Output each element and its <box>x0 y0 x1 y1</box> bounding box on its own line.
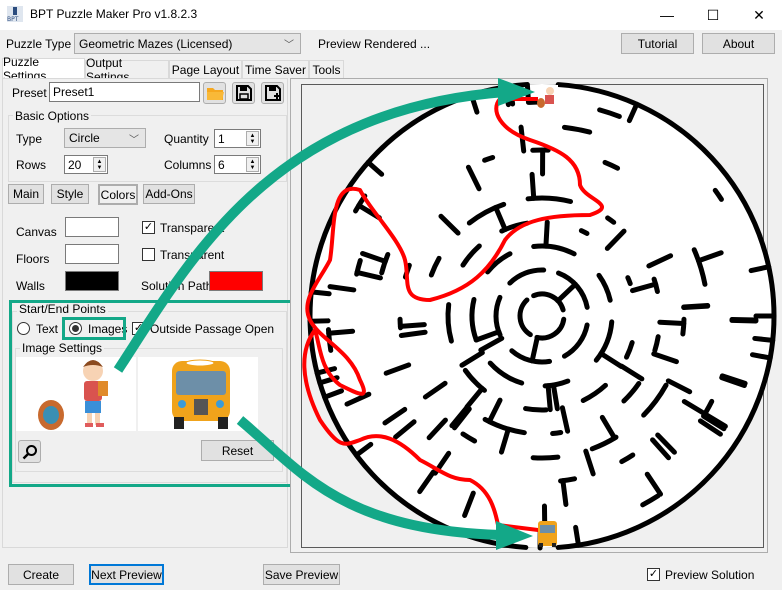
canvas-color-swatch[interactable] <box>65 217 119 237</box>
tab-tools[interactable]: Tools <box>309 60 344 78</box>
canvas-label: Canvas <box>16 225 57 239</box>
type-select[interactable]: Circle ﹀ <box>64 128 146 148</box>
annotation-highlight-start-end <box>9 300 293 487</box>
rows-value: 20 <box>68 157 82 172</box>
subtab-add-ons[interactable]: Add-Ons <box>143 184 195 204</box>
close-button[interactable]: ✕ <box>736 0 782 30</box>
chevron-down-icon: ﹀ <box>129 135 139 146</box>
floors-transparent-checkbox[interactable] <box>142 248 155 261</box>
subtab-style[interactable]: Style <box>51 184 89 204</box>
puzzle-type-label: Puzzle Type <box>6 37 72 51</box>
save-preview-button[interactable]: Save Preview <box>263 564 340 585</box>
canvas-transparent-checkbox[interactable]: ✓ <box>142 221 155 234</box>
folder-open-icon <box>206 87 224 100</box>
columns-stepper[interactable]: 6 ▲ ▼ <box>214 155 261 174</box>
preset-input[interactable]: Preset1 <box>49 82 200 102</box>
puzzle-type-select[interactable]: Geometric Mazes (Licensed) ﹀ <box>74 33 301 54</box>
minimize-button[interactable]: — <box>644 0 690 30</box>
spin-arrows-icon[interactable]: ▲ ▼ <box>93 157 106 172</box>
columns-label: Columns <box>164 158 212 172</box>
open-preset-button[interactable] <box>203 82 226 104</box>
maximize-icon: ☐ <box>706 6 720 23</box>
spin-arrows-icon[interactable]: ▲ ▼ <box>246 157 259 172</box>
floors-transparent-label: Transparent <box>160 248 225 262</box>
walls-label: Walls <box>16 279 45 293</box>
quantity-value: 1 <box>218 131 225 146</box>
annotation-highlight-images <box>62 317 126 340</box>
maximize-button[interactable]: ☐ <box>690 0 736 30</box>
tab-page-layout[interactable]: Page Layout <box>169 60 242 78</box>
status-text: Preview Rendered ... <box>318 37 431 51</box>
puzzle-type-value: Geometric Mazes (Licensed) <box>79 36 233 51</box>
create-button[interactable]: Create <box>8 564 74 585</box>
save-as-icon <box>264 85 281 101</box>
columns-value: 6 <box>218 157 225 172</box>
rows-stepper[interactable]: 20 ▲ ▼ <box>64 155 108 174</box>
chevron-down-icon: ﹀ <box>284 40 294 51</box>
save-preset-as-button[interactable] <box>261 82 284 104</box>
quantity-label: Quantity <box>164 132 209 146</box>
floors-color-swatch[interactable] <box>65 244 119 264</box>
save-preset-button[interactable] <box>232 82 255 104</box>
solution-path-label: Solution Path <box>141 279 213 293</box>
tutorial-button[interactable]: Tutorial <box>621 33 694 54</box>
preview-solution-label: Preview Solution <box>665 568 755 582</box>
app-logo-icon: BPT <box>7 6 23 22</box>
rows-label: Rows <box>16 158 47 172</box>
save-icon <box>235 85 252 101</box>
title-bar: BPT BPT Puzzle Maker Pro v1.8.2.3 — ☐ ✕ <box>0 0 782 30</box>
walls-color-swatch[interactable] <box>65 271 119 291</box>
svg-text:BPT: BPT <box>7 16 19 22</box>
preview-solution-checkbox[interactable]: ✓ <box>647 568 660 581</box>
subtab-colors[interactable]: Colors <box>98 184 138 205</box>
solution-color-swatch[interactable] <box>209 271 263 291</box>
about-button[interactable]: About <box>702 33 775 54</box>
close-icon: ✕ <box>753 6 765 23</box>
type-value: Circle <box>69 131 100 145</box>
basic-options-legend: Basic Options <box>13 109 92 123</box>
tab-puzzle-settings[interactable]: Puzzle Settings <box>2 55 85 83</box>
minimize-icon: — <box>660 7 674 23</box>
preview-canvas <box>301 84 764 548</box>
spin-arrows-icon[interactable]: ▲ ▼ <box>246 131 259 146</box>
quantity-stepper[interactable]: 1 ▲ ▼ <box>214 129 261 148</box>
preset-label: Preset <box>12 86 47 100</box>
tab-output-settings[interactable]: Output Settings <box>85 56 169 84</box>
floors-label: Floors <box>16 252 50 266</box>
canvas-transparent-label: Transparent <box>160 221 225 235</box>
window-title: BPT Puzzle Maker Pro v1.8.2.3 <box>30 7 198 21</box>
type-label: Type <box>16 132 43 146</box>
next-preview-button[interactable]: Next Preview <box>89 564 164 585</box>
tab-time-saver[interactable]: Time Saver <box>242 60 309 78</box>
subtab-main[interactable]: Main <box>8 184 44 204</box>
